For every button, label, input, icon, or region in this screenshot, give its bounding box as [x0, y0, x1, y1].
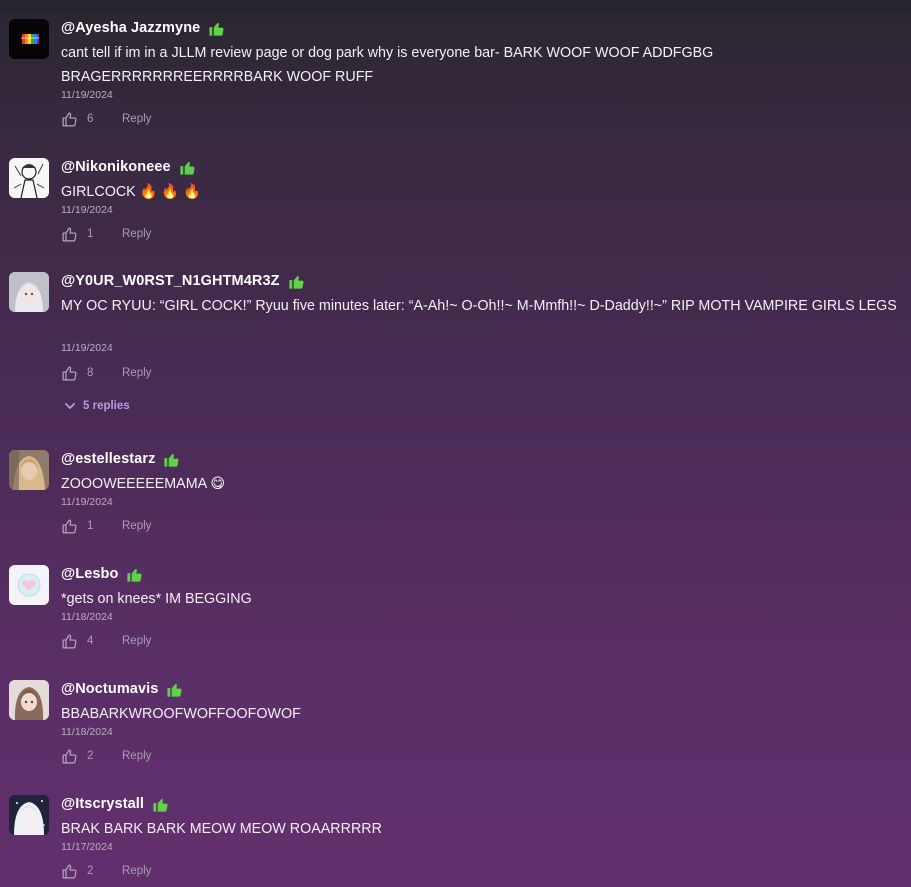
photo-blonde-avatar-icon	[9, 450, 49, 490]
thumbs-up-badge-icon	[167, 683, 182, 697]
chevron-down-icon	[65, 403, 75, 409]
comment-text: BBABARKWROOFWOFFOOFOWOF	[61, 706, 301, 722]
like-icon[interactable]	[61, 633, 78, 650]
like-icon[interactable]	[61, 111, 78, 128]
comment-text: ZOOOWEEEEEMAMA 😋	[61, 476, 226, 492]
thumbs-up-badge-icon	[127, 568, 142, 582]
like-count: 2	[87, 865, 94, 877]
comment-text: *gets on knees* IM BEGGING	[61, 591, 252, 607]
username[interactable]: @Ayesha Jazzmyne	[61, 20, 200, 36]
reply-button[interactable]: Reply	[122, 865, 151, 877]
avatar[interactable]	[9, 680, 49, 720]
like-icon[interactable]	[61, 863, 78, 880]
like-icon[interactable]	[61, 226, 78, 243]
like-count: 6	[87, 113, 94, 125]
reply-button[interactable]: Reply	[122, 520, 151, 532]
like-count: 4	[87, 635, 94, 647]
reply-button[interactable]: Reply	[122, 228, 151, 240]
rainbow-bar-avatar-icon	[9, 19, 49, 59]
avatar[interactable]	[9, 450, 49, 490]
thumbs-up-badge-icon	[153, 798, 168, 812]
comment-date: 11/18/2024	[61, 726, 113, 738]
anime-grey-avatar-icon	[9, 272, 49, 312]
like-icon[interactable]	[61, 748, 78, 765]
thumbs-up-badge-icon	[288, 275, 304, 289]
username[interactable]: @Y0UR_W0RST_N1GHTM4R3Z	[61, 273, 280, 289]
like-count: 2	[87, 750, 94, 762]
like-count: 1	[87, 228, 94, 240]
comment-actions: 4 Reply	[61, 631, 151, 651]
username[interactable]: @Lesbo	[61, 566, 118, 582]
anime-brown-avatar-icon	[9, 680, 49, 720]
avatar[interactable]	[9, 795, 49, 835]
like-icon[interactable]	[61, 518, 78, 535]
like-icon[interactable]	[61, 365, 78, 382]
anime-white-avatar-icon	[9, 795, 49, 835]
comment-text: BRAK BARK BARK MEOW MEOW ROAARRRRR	[61, 821, 382, 837]
comment-actions: 8 Reply	[61, 363, 151, 383]
manga-sketch-avatar-icon	[9, 158, 49, 198]
thumbs-up-badge-icon	[164, 453, 179, 467]
view-replies-button[interactable]: 5 replies	[64, 400, 130, 412]
avatar[interactable]	[9, 272, 49, 312]
thumbs-up-badge-icon	[209, 22, 224, 36]
like-count: 1	[87, 520, 94, 532]
like-count: 8	[87, 367, 94, 379]
reply-button[interactable]: Reply	[122, 113, 151, 125]
replies-count-label: 5 replies	[83, 400, 130, 412]
username[interactable]: @Nikonikoneee	[61, 159, 171, 175]
comment-date: 11/19/2024	[61, 496, 113, 508]
comment-date: 11/17/2024	[61, 841, 113, 853]
comment-actions: 1 Reply	[61, 516, 151, 536]
comment-date: 11/19/2024	[61, 342, 113, 354]
comment-actions: 2 Reply	[61, 861, 151, 881]
comment-date: 11/18/2024	[61, 611, 113, 623]
comment-date: 11/19/2024	[61, 89, 113, 101]
comment-date: 11/19/2024	[61, 204, 113, 216]
username[interactable]: @Itscrystall	[61, 796, 144, 812]
avatar[interactable]	[9, 565, 49, 605]
avatar[interactable]	[9, 19, 49, 59]
comment-list: @Ayesha Jazzmyne cant tell if im in a JL…	[0, 0, 911, 887]
thumbs-up-badge-icon	[180, 161, 195, 175]
username[interactable]: @estellestarz	[61, 451, 155, 467]
avatar[interactable]	[9, 158, 49, 198]
reply-button[interactable]: Reply	[122, 750, 151, 762]
pastel-heart-avatar-icon	[9, 565, 49, 605]
comment-actions: 1 Reply	[61, 224, 151, 244]
comment-text: MY OC RYUU: “GIRL COCK!” Ryuu five minut…	[61, 298, 897, 314]
comment-actions: 2 Reply	[61, 746, 151, 766]
username[interactable]: @Noctumavis	[61, 681, 158, 697]
comment-text: GIRLCOCK 🔥 🔥 🔥	[61, 184, 201, 200]
reply-button[interactable]: Reply	[122, 635, 151, 647]
comment-actions: 6 Reply	[61, 109, 151, 129]
comment-text: cant tell if im in a JLLM review page or…	[61, 45, 718, 85]
reply-button[interactable]: Reply	[122, 367, 151, 379]
